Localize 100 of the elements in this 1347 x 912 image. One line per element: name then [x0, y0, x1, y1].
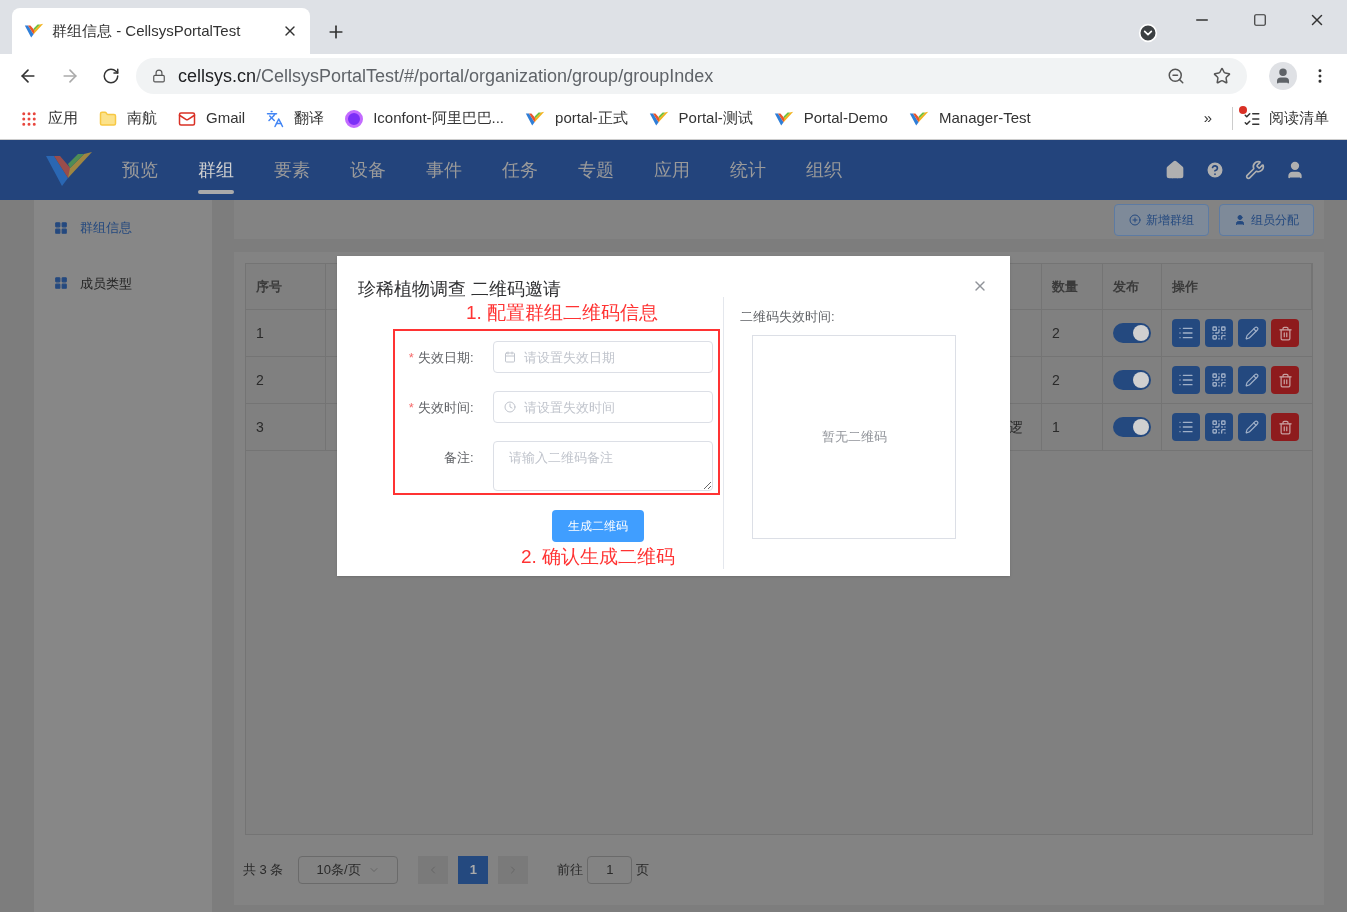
bookmark[interactable]: Portal-测试 — [648, 107, 753, 130]
list-button[interactable] — [1172, 413, 1200, 441]
list-button[interactable] — [1172, 366, 1200, 394]
reload-icon[interactable] — [101, 67, 120, 85]
reading-list[interactable]: 阅读清单 — [1232, 107, 1329, 130]
column-header: 序号 — [246, 264, 326, 309]
table-cell-text: 逻 — [1009, 417, 1023, 437]
nav-tab[interactable]: 统计 — [730, 140, 806, 200]
more-bookmarks[interactable]: » — [1203, 107, 1212, 130]
sidebar-item[interactable]: 群组信息 — [54, 218, 212, 238]
table-cell: 2 — [246, 357, 326, 403]
generate-qr-button[interactable]: 生成二维码 — [552, 510, 644, 542]
active-indicator — [198, 190, 234, 194]
mail-icon — [178, 109, 196, 128]
bookmark[interactable]: Portal-Demo — [773, 107, 888, 130]
grid-icon — [54, 220, 68, 235]
home-icon[interactable] — [1165, 160, 1185, 180]
logo-icon — [908, 110, 929, 127]
dialog-title: 珍稀植物调查 二维码邀请 — [358, 278, 561, 301]
nav-tab[interactable]: 专题 — [578, 140, 654, 200]
goto-field[interactable]: 1 — [587, 856, 633, 884]
clock-icon — [503, 401, 516, 413]
edit-button[interactable] — [1238, 319, 1266, 347]
bookmark[interactable]: 翻译 — [266, 107, 325, 130]
browser-tab[interactable]: 群组信息 - CellsysPortalTest — [12, 8, 310, 54]
edit-button[interactable] — [1238, 366, 1266, 394]
pencil-icon — [1245, 420, 1259, 434]
logo-icon — [525, 110, 546, 127]
table-cell: 1 — [246, 310, 326, 356]
column-header: 发布 — [1103, 264, 1162, 309]
pencil-icon — [1245, 373, 1259, 387]
nav-tab[interactable]: 群组 — [198, 140, 274, 200]
delete-button[interactable] — [1271, 366, 1299, 394]
bookmark[interactable]: portal-正式 — [525, 107, 628, 130]
toolbar-button[interactable]: 组员分配 — [1219, 203, 1314, 236]
translate-icon — [266, 109, 285, 128]
required-mark: * — [408, 349, 414, 367]
nav-tab[interactable]: 组织 — [806, 140, 882, 200]
user-icon — [1234, 213, 1246, 226]
page-size-select[interactable]: 10条/页 — [298, 856, 399, 884]
field-label: 失效日期: — [417, 349, 474, 367]
url-path: /CellsysPortalTest/#/portal/organization/group/groupIndex — [255, 64, 714, 88]
trash-icon — [1277, 325, 1293, 341]
nav-tab[interactable]: 应用 — [654, 140, 730, 200]
url-host: cellsys.cn — [177, 64, 256, 88]
profile-icon[interactable] — [1269, 62, 1298, 90]
step-note: 1. 配置群组二维码信息 — [465, 301, 659, 325]
folder-icon — [99, 109, 117, 128]
star-icon[interactable] — [1213, 67, 1232, 85]
delete-button[interactable] — [1271, 319, 1299, 347]
nav-tab[interactable]: 要素 — [274, 140, 350, 200]
zoom-icon[interactable] — [1167, 67, 1186, 85]
list-icon — [1178, 372, 1194, 388]
help-icon[interactable] — [1205, 160, 1225, 180]
bookmark[interactable]: 应用 — [20, 107, 78, 130]
plus-circle-icon — [1129, 213, 1141, 226]
qr-code-button[interactable] — [1205, 413, 1233, 441]
delete-button[interactable] — [1271, 413, 1299, 441]
remark-field[interactable]: 请输入二维码备注 — [492, 441, 713, 491]
field-label: 备注: — [443, 449, 474, 467]
toggle-switch[interactable] — [1113, 370, 1151, 390]
nav-tab[interactable]: 设备 — [350, 140, 426, 200]
bookmark[interactable]: Manager-Test — [908, 107, 1031, 130]
edit-button[interactable] — [1238, 413, 1266, 441]
user-icon[interactable] — [1285, 160, 1305, 180]
page-number[interactable]: 1 — [458, 856, 489, 884]
bookmark[interactable]: 南航 — [99, 107, 157, 130]
maximize-icon[interactable] — [1253, 13, 1267, 27]
tab-title: 群组信息 - CellsysPortalTest — [52, 20, 242, 41]
bookmark[interactable]: Iconfont-阿里巴巴... — [345, 107, 505, 130]
list-icon — [1178, 325, 1194, 341]
toggle-switch[interactable] — [1113, 417, 1151, 437]
empty-qr-text: 暂无二维码 — [821, 427, 887, 446]
list-button[interactable] — [1172, 319, 1200, 347]
logo-icon — [24, 23, 44, 39]
sidebar-item[interactable]: 成员类型 — [54, 273, 212, 293]
goto-label: 前往 — [557, 861, 584, 880]
step-note: 2. 确认生成二维码 — [520, 545, 676, 569]
nav-tab[interactable]: 任务 — [502, 140, 578, 200]
calendar-icon — [503, 351, 516, 363]
table-cell: 2 — [1042, 310, 1103, 356]
trash-icon — [1277, 419, 1293, 435]
table-cell: 1 — [1042, 404, 1103, 450]
toolbar-button[interactable]: 新增群组 — [1114, 203, 1209, 236]
date-field[interactable]: 请设置失效日期 — [492, 341, 713, 373]
goto-suffix: 页 — [636, 861, 650, 880]
tab-search-icon[interactable] — [1138, 23, 1158, 43]
qr-code-button[interactable] — [1205, 366, 1233, 394]
total-count: 共 3 条 — [243, 861, 284, 880]
logo-icon — [648, 110, 669, 127]
bookmark[interactable]: Gmail — [178, 107, 246, 130]
nav-tab[interactable]: 预览 — [122, 140, 198, 200]
toggle-switch[interactable] — [1113, 323, 1151, 343]
time-field[interactable]: 请设置失效时间 — [492, 391, 713, 423]
nav-tab[interactable]: 事件 — [426, 140, 502, 200]
qr-code-button[interactable] — [1205, 319, 1233, 347]
address-bar[interactable]: cellsys.cn/CellsysPortalTest/#/portal/organization/group/groupIndex — [135, 58, 1248, 94]
trash-icon — [1277, 372, 1293, 388]
qr-code-icon — [1211, 419, 1227, 435]
tools-icon[interactable] — [1245, 160, 1265, 180]
